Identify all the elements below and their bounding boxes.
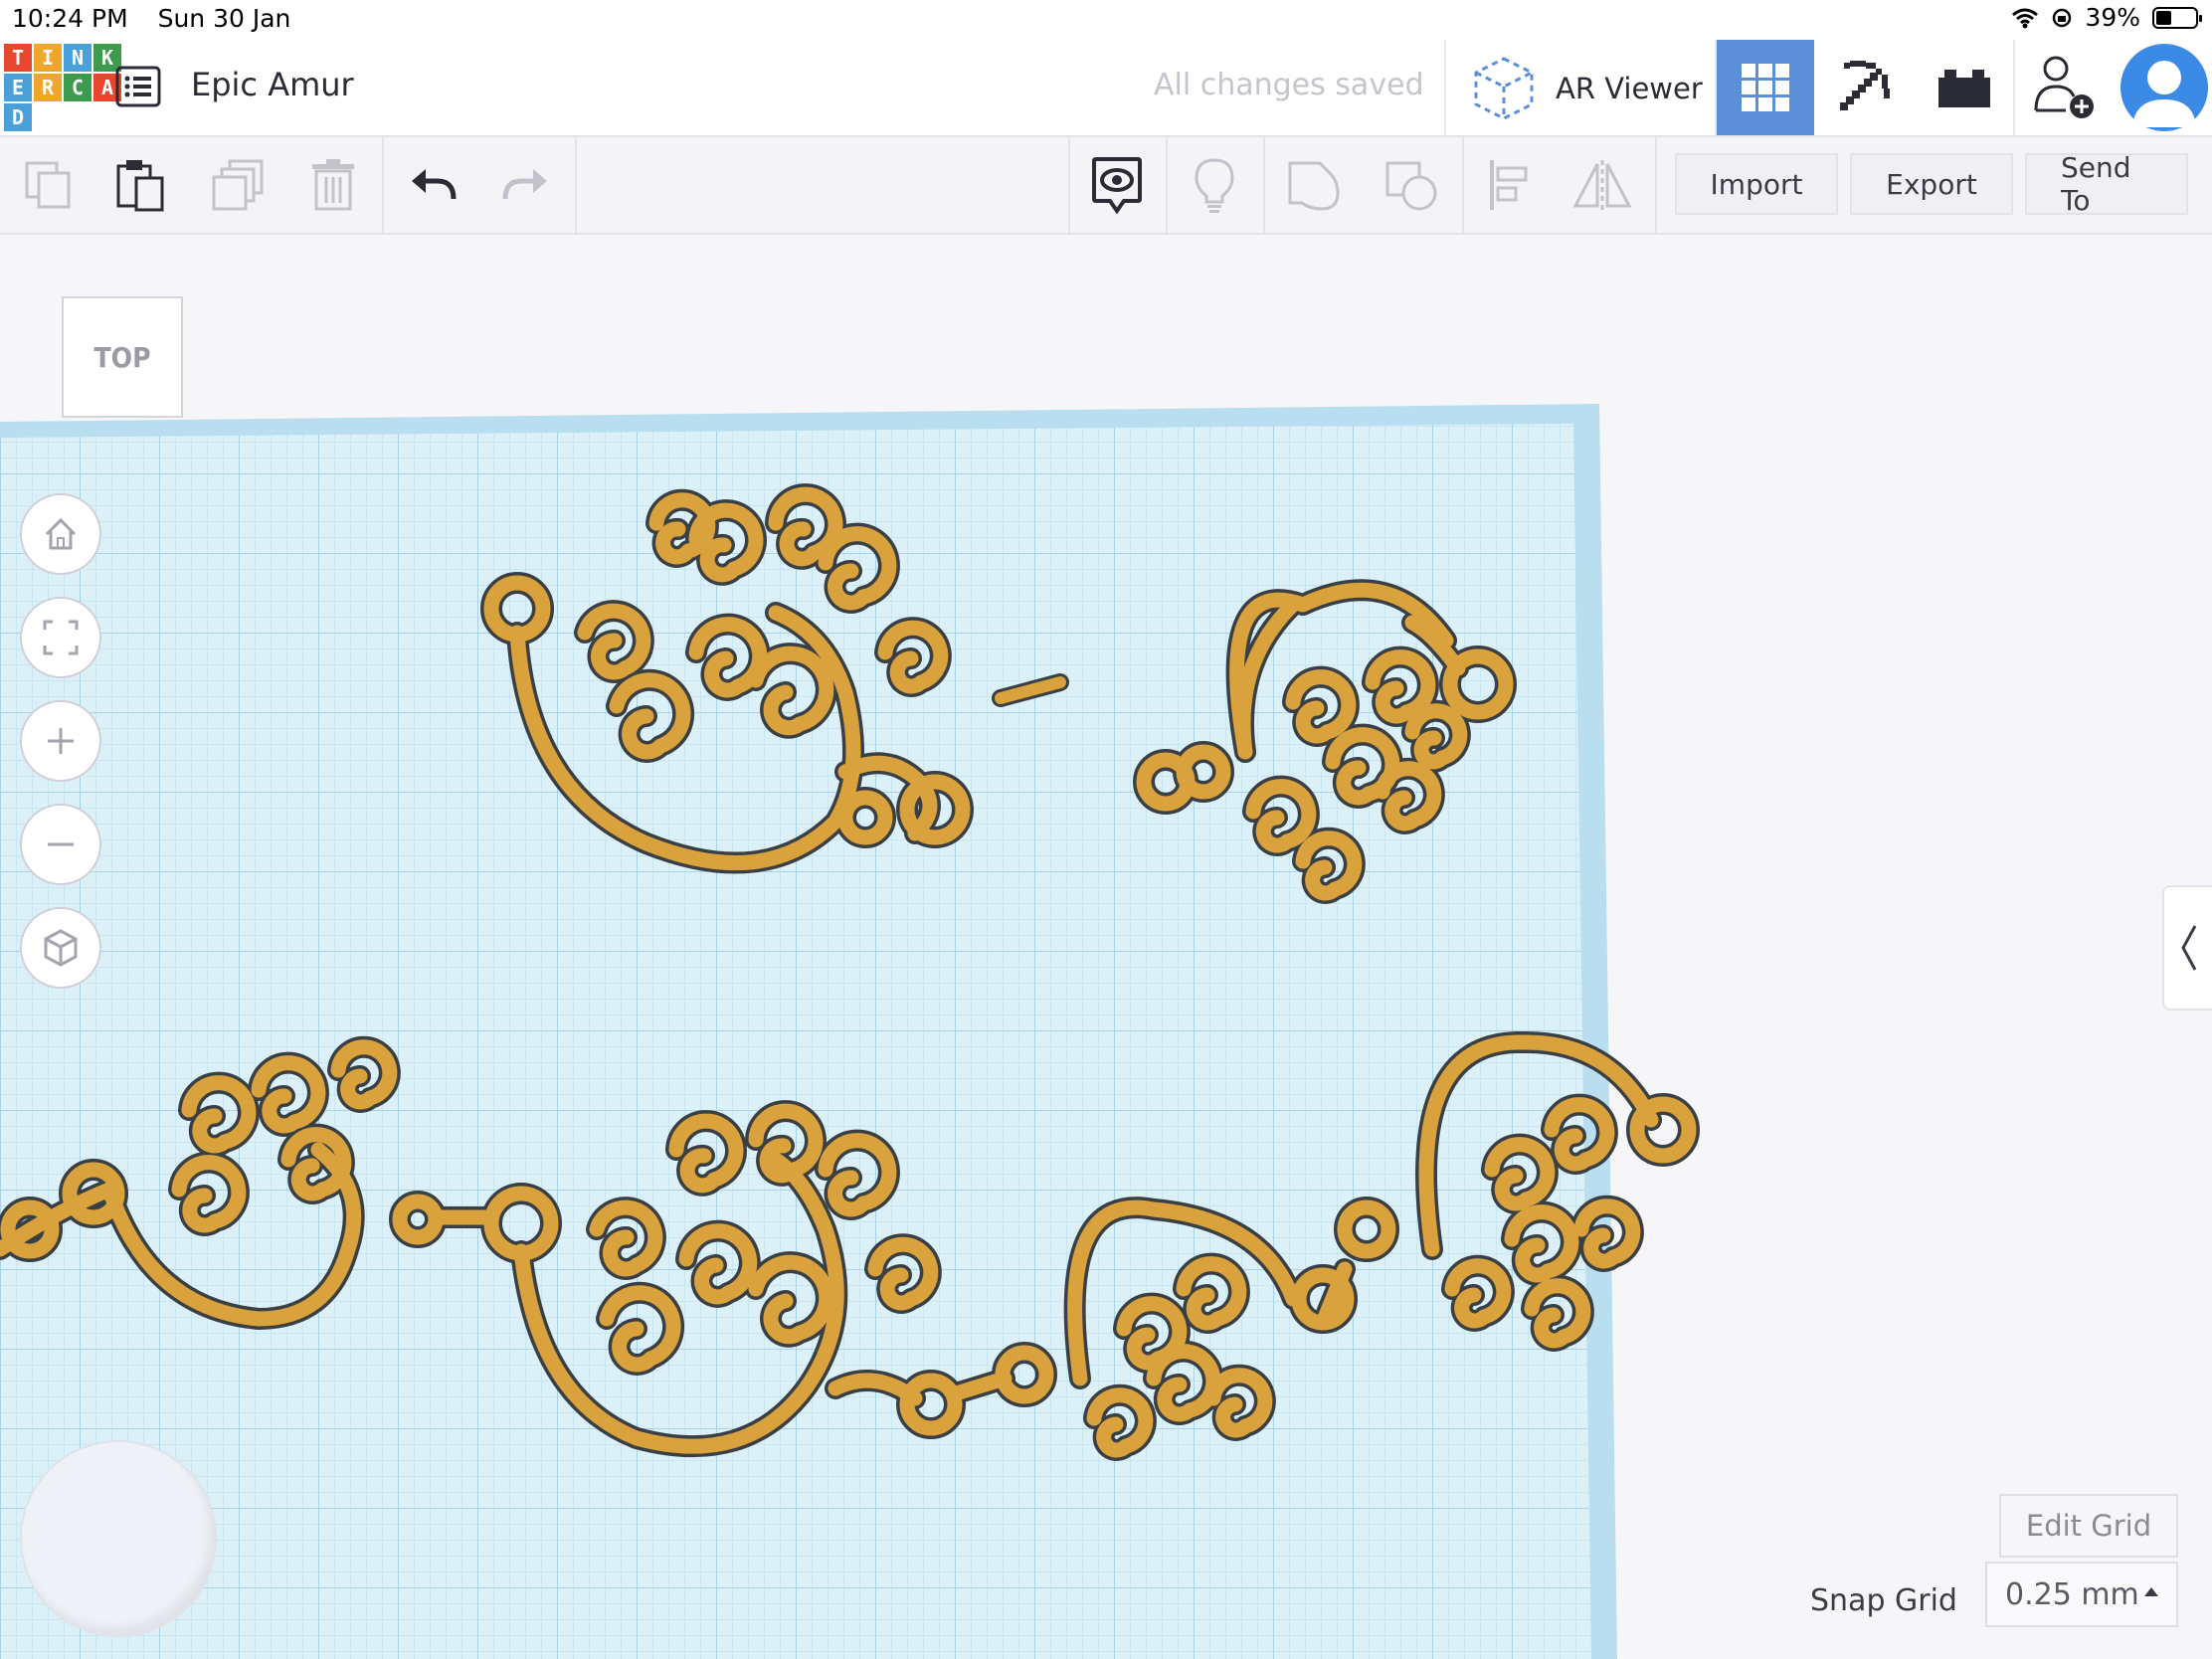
logo-letter: C	[64, 74, 92, 101]
logo-letter: R	[34, 74, 62, 101]
mirror-button[interactable]	[1567, 151, 1637, 219]
battery-percent: 39%	[2085, 3, 2140, 32]
project-title[interactable]: Epic Amur	[191, 66, 354, 103]
divider	[1068, 137, 1070, 233]
divider	[1263, 137, 1265, 233]
app-header: TINKERCAD Epic Amur All changes saved AR…	[0, 40, 2212, 137]
status-bar: 10:24 PM Sun 30 Jan 39%	[0, 0, 2212, 40]
hint-button[interactable]	[1180, 151, 1249, 219]
light-bulb-icon	[1195, 158, 1234, 213]
duplicate-button[interactable]	[203, 151, 273, 219]
notes-icon	[1092, 157, 1142, 215]
align-icon	[1490, 160, 1528, 210]
divider	[1444, 40, 1446, 135]
snap-grid-select[interactable]: 0.25 mm	[1985, 1562, 2178, 1627]
ar-cube-icon	[1474, 57, 1534, 120]
ar-viewer-button[interactable]: AR Viewer	[1472, 54, 1703, 123]
blocks-view-button[interactable]	[1816, 40, 1914, 135]
divider	[575, 137, 577, 233]
perspective-button[interactable]	[20, 907, 101, 989]
logo-letter: D	[4, 103, 32, 131]
divider	[1462, 137, 1464, 233]
mirror-icon	[1572, 160, 1632, 210]
group-button[interactable]	[1279, 151, 1349, 219]
edit-toolbar: Import Export Send To	[0, 137, 2212, 235]
notes-button[interactable]	[1082, 151, 1152, 219]
perspective-icon	[44, 929, 78, 967]
workplane[interactable]	[0, 235, 2212, 1659]
caret-up-icon	[2144, 1587, 2158, 1596]
logo-letter: I	[34, 44, 62, 72]
view-cube[interactable]: TOP	[62, 296, 183, 418]
ar-viewer-label: AR Viewer	[1556, 72, 1703, 105]
logo-letter: E	[4, 74, 32, 101]
orbit-control[interactable]	[20, 1440, 217, 1637]
snap-grid-value: 0.25 mm	[2005, 1576, 2139, 1612]
status-date: Sun 30 Jan	[157, 4, 291, 33]
bricks-view-button[interactable]	[1916, 40, 2013, 135]
divider	[382, 137, 384, 233]
snap-grid-label: Snap Grid	[1810, 1583, 1957, 1618]
pickaxe-icon	[1840, 61, 1890, 110]
logo-letter: N	[64, 44, 92, 72]
copy-icon	[25, 161, 71, 209]
paste-button[interactable]	[105, 151, 175, 219]
home-view-button[interactable]	[20, 493, 101, 575]
fit-view-button[interactable]	[20, 597, 101, 678]
undo-icon	[412, 169, 457, 200]
wifi-icon	[2012, 8, 2039, 28]
zoom-in-button[interactable]	[20, 700, 101, 782]
add-user-icon	[2034, 56, 2094, 118]
delete-icon	[312, 159, 354, 211]
status-left: 10:24 PM Sun 30 Jan	[12, 4, 312, 33]
zoom-in-icon	[48, 728, 74, 754]
avatar	[2120, 44, 2208, 131]
list-icon	[115, 66, 161, 107]
align-button[interactable]	[1474, 151, 1544, 219]
send-to-button[interactable]: Send To	[2025, 151, 2188, 217]
design-list-button[interactable]	[113, 62, 163, 111]
divider	[1166, 137, 1168, 233]
grid-view-icon	[1742, 64, 1789, 111]
undo-button[interactable]	[398, 151, 467, 219]
battery-icon	[2152, 6, 2202, 29]
zoom-out-button[interactable]	[20, 804, 101, 885]
divider	[1655, 137, 1657, 233]
copy-button[interactable]	[14, 151, 84, 219]
tinkercad-logo[interactable]: TINKERCAD	[4, 44, 121, 131]
save-status: All changes saved	[1154, 68, 1424, 102]
status-right: 39%	[2011, 3, 2202, 32]
home-icon	[45, 517, 77, 550]
group-icon	[1288, 161, 1340, 211]
view-3d-button[interactable]	[1717, 40, 1814, 135]
import-button[interactable]: Import	[1675, 153, 1838, 215]
workplane-canvas[interactable]: TOP Edit Grid Snap Grid 0.25 mm	[0, 235, 2212, 1659]
redo-button[interactable]	[491, 151, 561, 219]
chevron-left-icon	[2181, 925, 2197, 971]
status-time: 10:24 PM	[12, 4, 128, 33]
ungroup-button[interactable]	[1377, 151, 1446, 219]
duplicate-icon	[212, 159, 264, 211]
fit-view-icon	[43, 620, 79, 655]
edit-grid-button[interactable]: Edit Grid	[1999, 1494, 2178, 1558]
shapes-panel-toggle[interactable]	[2162, 885, 2212, 1011]
brick-icon	[1938, 70, 1990, 107]
zoom-out-icon	[48, 842, 74, 846]
invite-button[interactable]	[2015, 40, 2113, 135]
delete-button[interactable]	[298, 151, 368, 219]
redo-icon	[502, 169, 547, 200]
orientation-lock-icon	[2053, 8, 2072, 27]
paste-icon	[116, 160, 164, 212]
logo-letter: T	[4, 44, 32, 72]
avatar-icon	[2132, 61, 2196, 127]
profile-button[interactable]	[2117, 40, 2212, 135]
export-button[interactable]: Export	[1850, 153, 2013, 215]
ungroup-icon	[1385, 161, 1437, 211]
